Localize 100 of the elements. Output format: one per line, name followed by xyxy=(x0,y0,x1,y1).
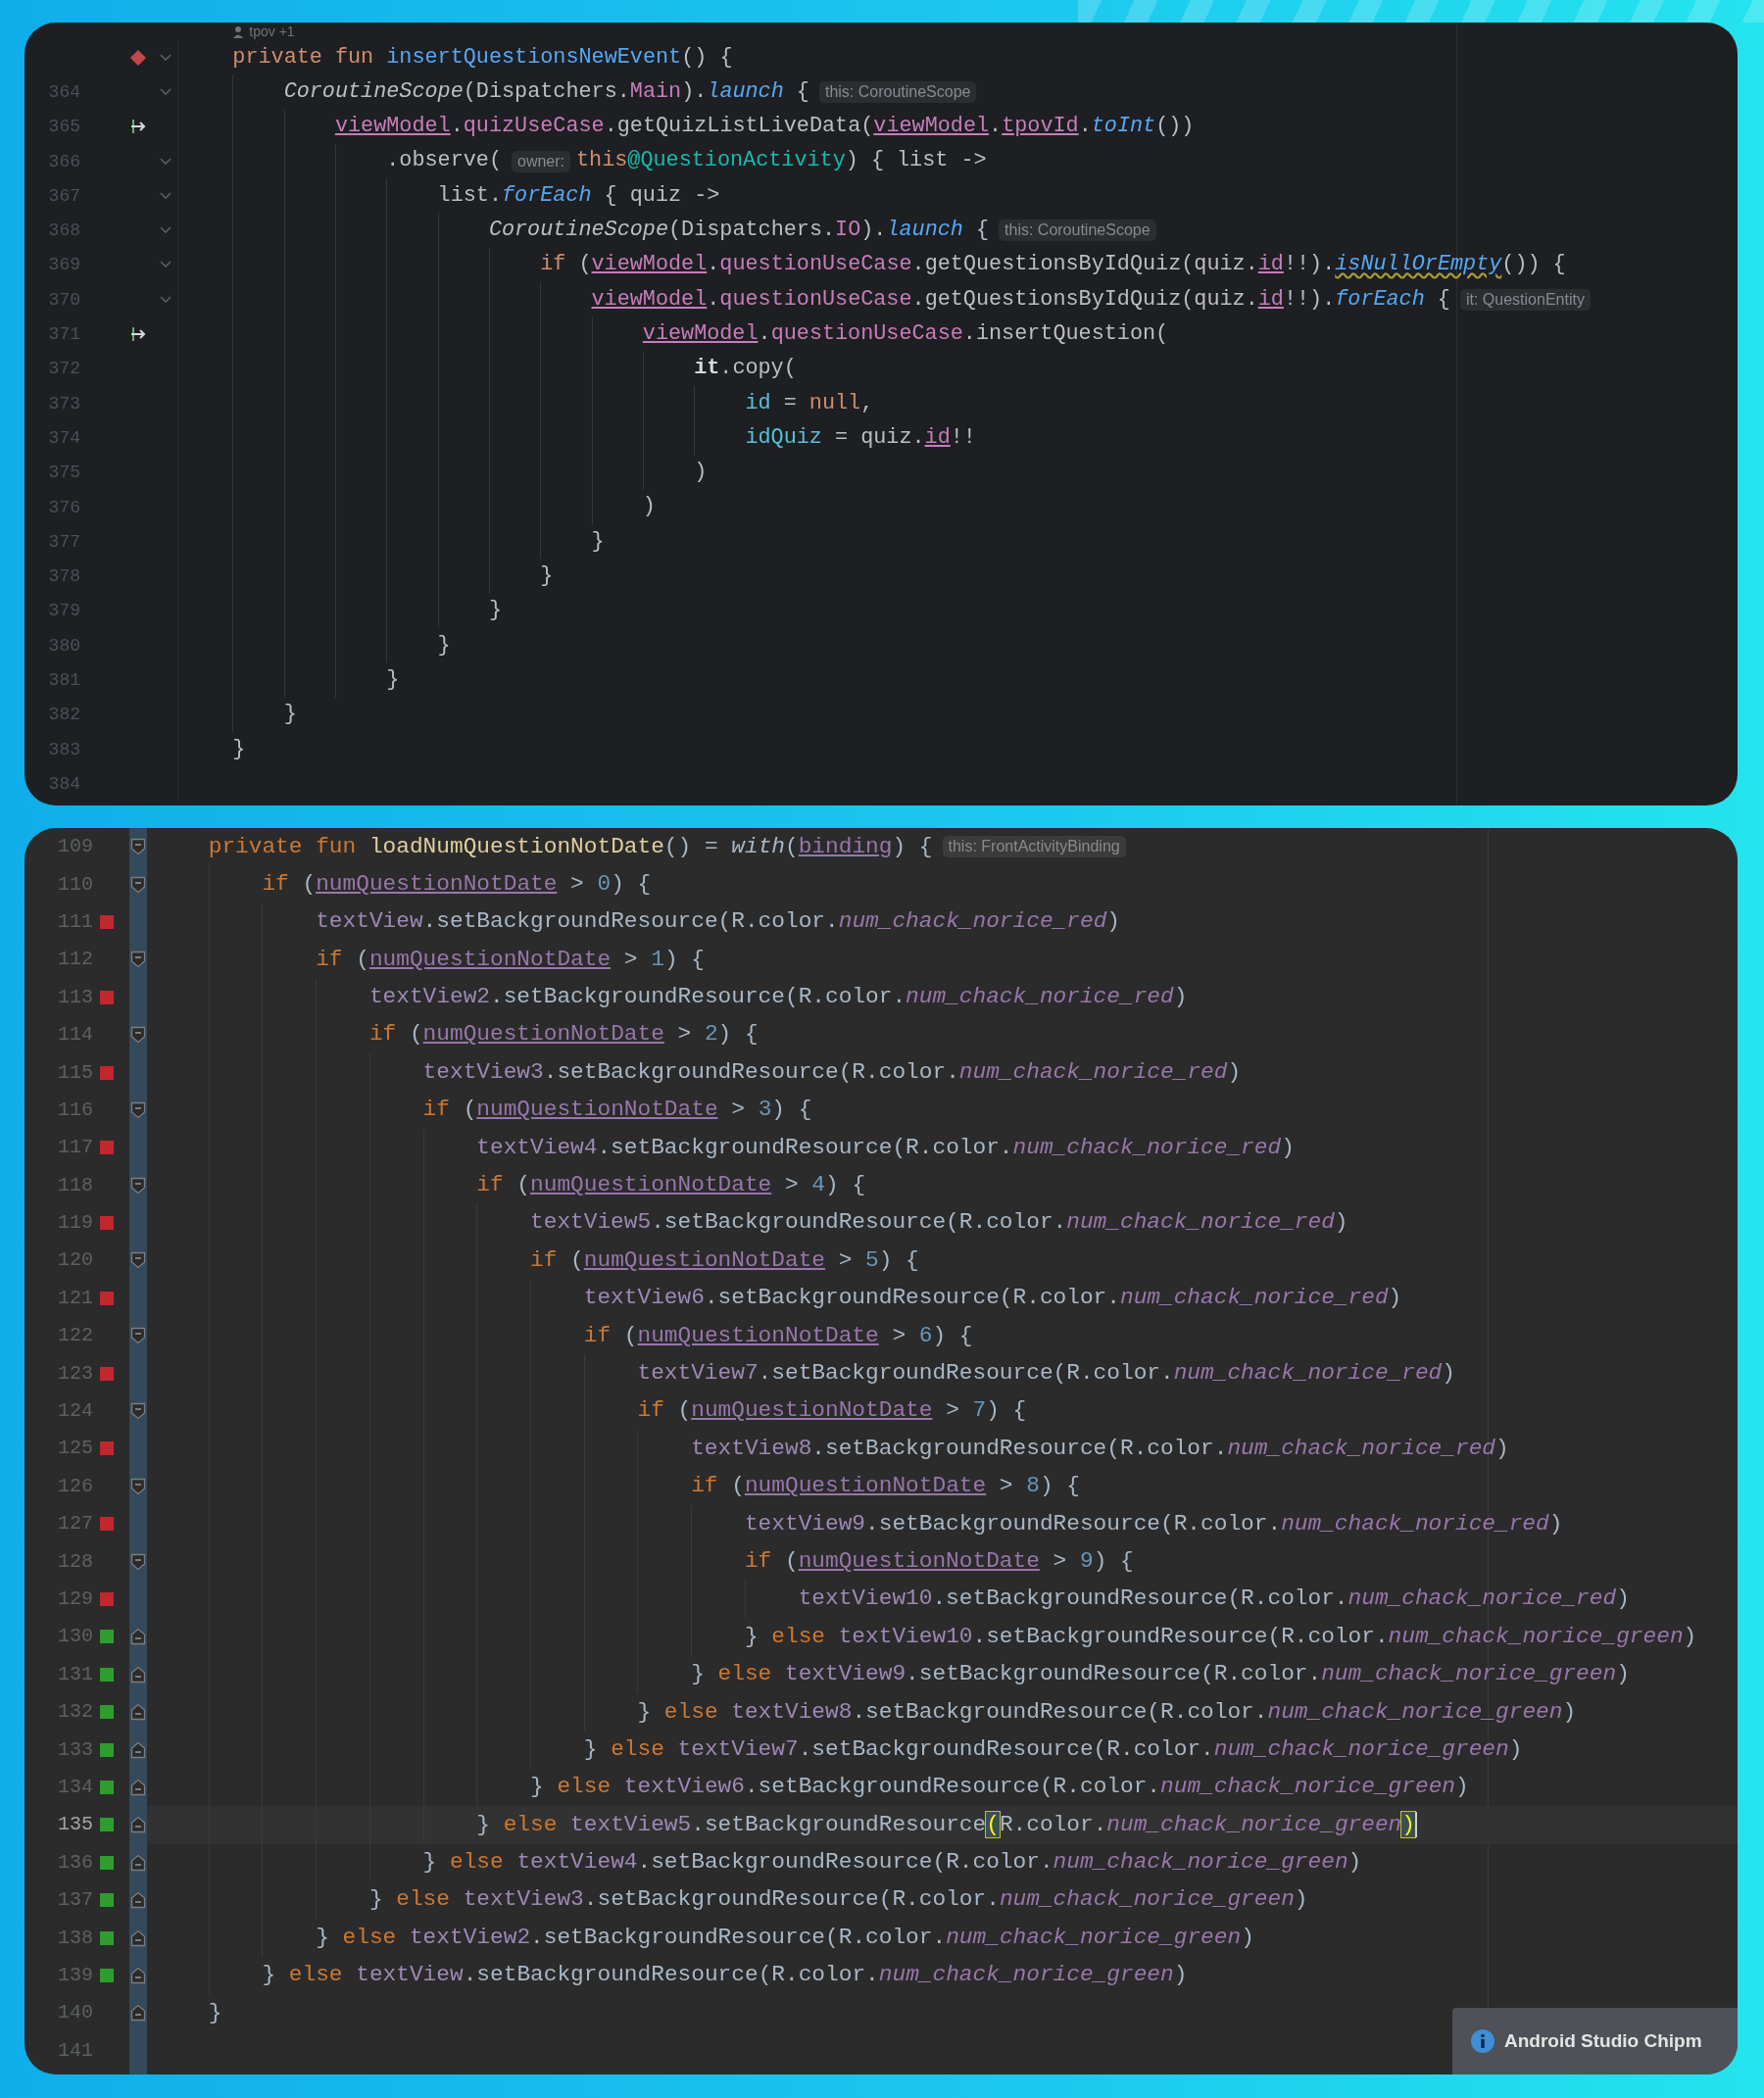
line-number: 124 xyxy=(58,1401,93,1422)
code-text: } else textView2.setBackgroundResource(R.color.num_chack_norice_green) xyxy=(316,1924,1254,1952)
line-number: 120 xyxy=(58,1250,93,1271)
fold-icon[interactable] xyxy=(130,1928,146,1947)
fold-icon[interactable] xyxy=(130,1891,146,1910)
line-number: 109 xyxy=(58,837,93,857)
fold-icon[interactable] xyxy=(130,1816,146,1834)
code-text: } xyxy=(283,702,297,728)
line-number: 128 xyxy=(58,1551,93,1572)
code-text: CoroutineScope(Dispatchers.Main).launch { xyxy=(283,78,809,105)
code-text: if (numQuestionNotDate > 3) { xyxy=(422,1097,812,1124)
user-icon xyxy=(232,24,245,38)
line-number: 116 xyxy=(58,1099,93,1120)
fold-icon[interactable] xyxy=(130,1176,146,1195)
fold-icon[interactable] xyxy=(130,1477,146,1495)
line-number: 119 xyxy=(58,1213,93,1234)
code-text: if (numQuestionNotDate > 8) { xyxy=(691,1473,1080,1500)
code-text: } else textView9.setBackgroundResource(R.color.num_chack_norice_green) xyxy=(691,1661,1630,1688)
inlay-hint: it: QuestionEntity xyxy=(1459,288,1591,311)
code-text: } else textView5.setBackgroundResource(R.color.num_chack_norice_green) xyxy=(476,1811,1415,1838)
fold-icon[interactable] xyxy=(130,1853,146,1872)
line-number: 139 xyxy=(58,1965,93,1985)
fold-icon[interactable] xyxy=(130,951,146,969)
fold-icon[interactable] xyxy=(130,1703,146,1722)
code-text: if (numQuestionNotDate > 7) { xyxy=(637,1397,1027,1425)
fold-chevron-icon[interactable] xyxy=(159,225,172,236)
fold-icon[interactable] xyxy=(130,1402,146,1421)
fold-icon[interactable] xyxy=(130,838,146,856)
fold-icon[interactable] xyxy=(130,2004,146,2023)
code-text: textView8.setBackgroundResource(R.color.num_chack_norice_red) xyxy=(691,1435,1509,1463)
code-text: viewModel.quizUseCase.getQuizListLiveData(viewModel.tpovId.toInt()) xyxy=(334,114,1195,140)
fold-chevron-icon[interactable] xyxy=(159,86,172,97)
fold-icon[interactable] xyxy=(130,1327,146,1345)
code-text: textView6.setBackgroundResource(R.color.num_chack_norice_red) xyxy=(583,1285,1402,1312)
fold-icon[interactable] xyxy=(130,1100,146,1119)
line-number: 129 xyxy=(58,1589,93,1609)
breakpoint-icon[interactable] xyxy=(129,48,147,67)
line-number: 113 xyxy=(58,987,93,1007)
code-text: if (numQuestionNotDate > 2) { xyxy=(368,1021,759,1049)
code-text: } else textView8.setBackgroundResource(R.color.num_chack_norice_green) xyxy=(637,1698,1577,1726)
fold-icon[interactable] xyxy=(130,1628,146,1646)
fold-icon[interactable] xyxy=(130,1552,146,1571)
code-text: } xyxy=(591,528,605,555)
fold-icon[interactable] xyxy=(130,1026,146,1045)
line-number: 136 xyxy=(58,1852,93,1873)
code-text: } else textView4.setBackgroundResource(R.color.num_chack_norice_green) xyxy=(422,1849,1362,1877)
code-text: textView5.setBackgroundResource(R.color.num_chack_norice_red) xyxy=(530,1209,1348,1237)
code-text: viewModel.questionUseCase.insertQuestion( xyxy=(642,320,1169,348)
line-number: 118 xyxy=(58,1175,93,1195)
line-number: 138 xyxy=(58,1927,93,1948)
line-number: 141 xyxy=(58,2040,93,2061)
code-text: if (numQuestionNotDate > 0) { xyxy=(262,870,652,899)
code-text: if (numQuestionNotDate > 9) { xyxy=(744,1547,1134,1576)
inlay-hint: this: FrontActivityBinding xyxy=(942,836,1126,858)
code-text: private fun insertQuestionsNewEvent() { xyxy=(232,44,733,71)
notification-popup[interactable]: Android Studio Chipm xyxy=(1452,2008,1738,2074)
fold-chevron-icon[interactable] xyxy=(159,156,172,167)
line-number: 122 xyxy=(58,1326,93,1346)
code-text: ) xyxy=(642,494,656,520)
code-text: } else textView7.setBackgroundResource(R.color.num_chack_norice_green) xyxy=(583,1735,1523,1764)
code-text: } else textView6.setBackgroundResource(R.color.num_chack_norice_green) xyxy=(530,1774,1469,1801)
code-text: textView9.setBackgroundResource(R.color.num_chack_norice_red) xyxy=(744,1510,1563,1537)
line-number: 133 xyxy=(58,1739,93,1760)
code-text: .observe( xyxy=(386,148,502,174)
inlay-hint: this: CoroutineScope xyxy=(818,80,977,103)
fold-chevron-icon[interactable] xyxy=(159,190,172,201)
code-text: textView2.setBackgroundResource(R.color.num_chack_norice_red) xyxy=(368,984,1188,1011)
code-text: } xyxy=(386,666,400,694)
line-number: 140 xyxy=(58,2003,93,2024)
fold-icon[interactable] xyxy=(130,1966,146,1984)
code-text: } xyxy=(488,598,502,624)
code-text: it.copy( xyxy=(694,356,797,382)
code-text: } xyxy=(208,1999,222,2026)
code-text: list.forEach { quiz -> xyxy=(437,182,720,209)
line-number: 123 xyxy=(58,1363,93,1384)
fold-chevron-icon[interactable] xyxy=(159,52,172,63)
line-number: 131 xyxy=(58,1664,93,1684)
fold-icon[interactable] xyxy=(130,1778,146,1796)
code-text: } xyxy=(540,563,554,590)
line-number: 110 xyxy=(58,874,93,895)
code-text: CoroutineScope(Dispatchers.IO).launch { xyxy=(488,218,990,244)
fold-chevron-icon[interactable] xyxy=(159,294,172,305)
code-text: } else textView.setBackgroundResource(R.color.num_chack_norice_green) xyxy=(262,1962,1188,1989)
code-text: idQuiz = quiz.id!! xyxy=(745,424,976,451)
line-number: 137 xyxy=(58,1890,93,1911)
fold-icon[interactable] xyxy=(130,875,146,894)
code-vision-hint[interactable]: tpov +1 xyxy=(249,24,295,38)
fold-icon[interactable] xyxy=(130,1740,146,1759)
line-number: 112 xyxy=(58,950,93,970)
fold-chevron-icon[interactable] xyxy=(159,260,172,270)
code-text: textView10.setBackgroundResource(R.color.num_chack_norice_red) xyxy=(798,1586,1630,1613)
line-number: 127 xyxy=(58,1514,93,1535)
code-text: textView3.setBackgroundResource(R.color.num_chack_norice_red) xyxy=(422,1058,1242,1087)
code-text: viewModel.questionUseCase.getQuestionsByIdQuiz(quiz.id!!).forEach { xyxy=(591,286,1450,313)
line-number: 114 xyxy=(58,1025,93,1046)
code-text: this@QuestionActivity) { list -> xyxy=(576,148,987,174)
fold-icon[interactable] xyxy=(130,1665,146,1683)
code-text: if (numQuestionNotDate > 5) { xyxy=(530,1246,919,1275)
line-number: 125 xyxy=(58,1439,93,1459)
fold-icon[interactable] xyxy=(130,1251,146,1270)
